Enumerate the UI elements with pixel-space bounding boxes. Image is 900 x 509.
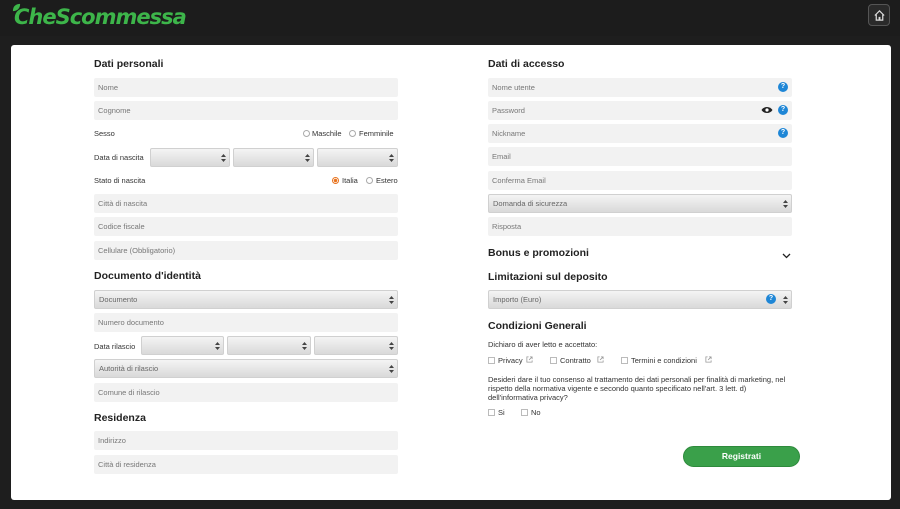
issuing-authority-value: Autorità di rilascio (99, 364, 159, 373)
declare-text: Dichiaro di aver letto e accettato: (488, 340, 598, 349)
email-input[interactable]: Email (488, 147, 792, 166)
estero-label: Estero (376, 176, 398, 185)
select-caret-icon (389, 365, 394, 373)
radio-male[interactable] (303, 130, 310, 137)
external-link-icon[interactable] (597, 356, 604, 363)
mobile-input[interactable]: Cellulare (Obbligatorio) (94, 241, 398, 260)
select-caret-icon (783, 296, 788, 304)
register-button[interactable]: Registrati (683, 446, 800, 467)
birth-day-select[interactable] (150, 148, 230, 167)
chevron-down-icon[interactable] (782, 253, 791, 259)
deposit-amount-value: Importo (Euro) (493, 295, 542, 304)
issue-day-select[interactable] (141, 336, 224, 355)
password-input[interactable]: Password (488, 101, 792, 120)
terms-label[interactable]: Termini e condizioni (631, 356, 697, 365)
bonus-heading[interactable]: Bonus e promozioni (488, 247, 589, 259)
residence-heading: Residenza (94, 412, 146, 424)
contract-label[interactable]: Contratto (560, 356, 591, 365)
select-caret-icon (389, 296, 394, 304)
consent-no-checkbox[interactable] (521, 409, 528, 416)
external-link-icon[interactable] (705, 356, 712, 363)
issuing-authority-select[interactable]: Autorità di rilascio (94, 359, 398, 378)
document-type-select[interactable]: Documento (94, 290, 398, 309)
security-answer-input[interactable]: Risposta (488, 217, 792, 236)
leaf-icon (12, 3, 21, 12)
gender-label: Sesso (94, 129, 115, 138)
help-icon[interactable]: ? (778, 82, 788, 92)
radio-estero[interactable] (366, 177, 373, 184)
terms-heading: Condizioni Generali (488, 320, 587, 332)
birth-state-label: Stato di nascita (94, 176, 146, 185)
select-caret-icon (221, 154, 226, 162)
logo-text: CheScommessa (14, 5, 187, 29)
security-question-select[interactable]: Domanda di sicurezza (488, 194, 792, 213)
select-caret-icon (215, 342, 220, 350)
external-link-icon[interactable] (526, 356, 533, 363)
privacy-label[interactable]: Privacy (498, 356, 523, 365)
select-caret-icon (302, 342, 307, 350)
select-caret-icon (783, 200, 788, 208)
birth-date-label: Data di nascita (94, 153, 144, 162)
marketing-consent-text: Desideri dare il tuo consenso al trattam… (488, 375, 786, 402)
contract-checkbox[interactable] (550, 357, 557, 364)
italia-label: Italia (342, 176, 358, 185)
deposit-limits-heading: Limitazioni sul deposito (488, 271, 608, 283)
last-name-input[interactable]: Cognome (94, 101, 398, 120)
address-input[interactable]: Indirizzo (94, 431, 398, 450)
confirm-email-input[interactable]: Conferma Email (488, 171, 792, 190)
privacy-checkbox[interactable] (488, 357, 495, 364)
birth-year-select[interactable] (317, 148, 398, 167)
username-input[interactable]: Nome utente (488, 78, 792, 97)
deposit-amount-select[interactable]: Importo (Euro) (488, 290, 792, 309)
select-caret-icon (305, 154, 310, 162)
document-number-input[interactable]: Numero documento (94, 313, 398, 332)
home-button[interactable] (868, 4, 890, 26)
select-caret-icon (389, 342, 394, 350)
birth-city-input[interactable]: Città di nascita (94, 194, 398, 213)
issue-city-input[interactable]: Comune di rilascio (94, 383, 398, 402)
consent-yes-label: Si (498, 408, 505, 417)
help-icon[interactable]: ? (778, 105, 788, 115)
eye-icon[interactable] (761, 106, 773, 114)
security-question-value: Domanda di sicurezza (493, 199, 568, 208)
top-bar: CheScommessa (0, 0, 900, 36)
help-icon[interactable]: ? (778, 128, 788, 138)
female-label: Femminile (359, 129, 394, 138)
issue-date-label: Data rilascio (94, 342, 136, 351)
residence-city-input[interactable]: Città di residenza (94, 455, 398, 474)
radio-italia[interactable] (332, 177, 339, 184)
consent-yes-checkbox[interactable] (488, 409, 495, 416)
male-label: Maschile (312, 129, 342, 138)
personal-data-heading: Dati personali (94, 58, 164, 70)
document-type-value: Documento (99, 295, 138, 304)
select-caret-icon (389, 154, 394, 162)
registration-panel: Dati personali Nome Cognome Sesso Maschi… (11, 45, 891, 500)
terms-checkbox[interactable] (621, 357, 628, 364)
access-data-heading: Dati di accesso (488, 58, 565, 70)
consent-no-label: No (531, 408, 541, 417)
nickname-input[interactable]: Nickname (488, 124, 792, 143)
help-icon[interactable]: ? (766, 294, 776, 304)
first-name-input[interactable]: Nome (94, 78, 398, 97)
issue-year-select[interactable] (314, 336, 398, 355)
identity-heading: Documento d'identità (94, 270, 201, 282)
logo[interactable]: CheScommessa (12, 3, 187, 31)
radio-female[interactable] (349, 130, 356, 137)
fiscal-code-input[interactable]: Codice fiscale (94, 217, 398, 236)
issue-month-select[interactable] (227, 336, 311, 355)
birth-month-select[interactable] (233, 148, 314, 167)
home-icon (873, 9, 885, 21)
